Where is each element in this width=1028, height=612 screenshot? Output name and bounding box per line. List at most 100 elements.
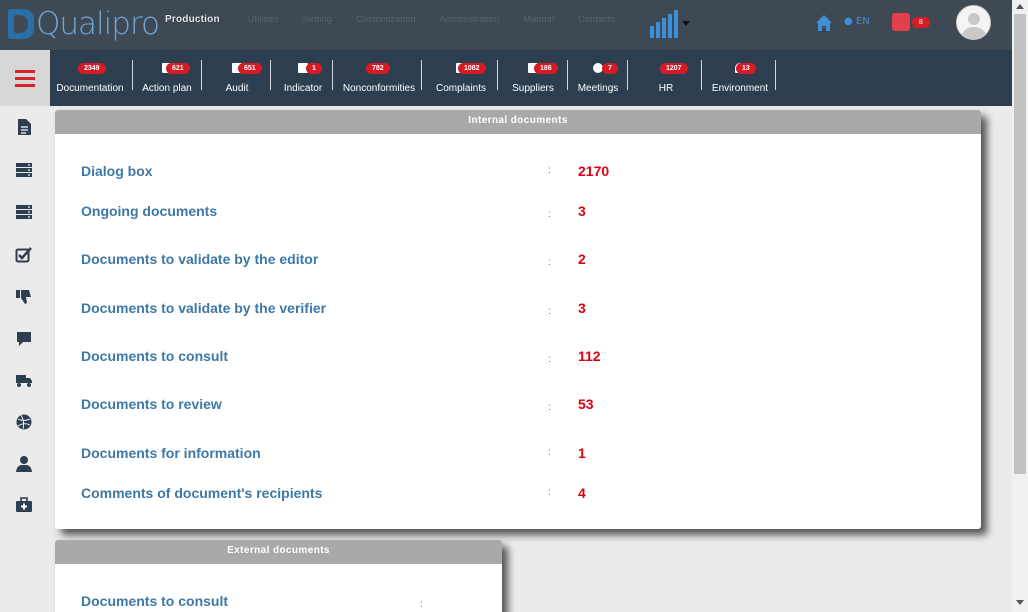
module-badge: 1: [306, 63, 322, 74]
module-label: Complaints: [435, 83, 487, 94]
divider: [497, 60, 498, 90]
divider: [332, 60, 333, 90]
dribbble-icon[interactable]: [15, 413, 33, 431]
module-label: Environment: [711, 83, 769, 94]
row-value[interactable]: 3: [578, 300, 586, 316]
module-indicator[interactable]: 1 Indicator: [274, 50, 332, 106]
divider: [270, 60, 271, 90]
qualipro-logo[interactable]: Qualipro: [8, 6, 160, 42]
users-icon[interactable]: [892, 13, 910, 31]
module-label: Suppliers: [512, 83, 554, 94]
avatar[interactable]: [956, 5, 991, 40]
row-value[interactable]: 2170: [578, 163, 609, 179]
module-badge: 651: [238, 63, 262, 74]
module-audit[interactable]: 651 Audit: [204, 50, 270, 106]
users-badge: 8: [912, 17, 930, 28]
language-label: EN: [855, 16, 870, 27]
module-bar: 2349 Documentation 621 Action plan 651 A…: [0, 50, 1012, 106]
module-suppliers[interactable]: 186 Suppliers: [500, 50, 566, 106]
module-label: Documentation: [56, 83, 124, 94]
row-colon: :: [548, 354, 551, 365]
row-label[interactable]: Dialog box: [81, 163, 153, 179]
module-badge: 13: [736, 63, 756, 74]
comment-icon[interactable]: [15, 330, 33, 348]
server-icon[interactable]: [15, 161, 33, 179]
row-label[interactable]: Documents to validate by the editor: [81, 251, 318, 267]
top-bar: Qualipro Production Utilities Setting Cu…: [0, 0, 1012, 50]
topmenu-contacts[interactable]: Contacts: [578, 14, 615, 25]
module-hr[interactable]: 1207 HR: [632, 50, 700, 106]
row-label[interactable]: Documents for information: [81, 445, 261, 461]
row-colon: :: [548, 447, 551, 458]
row-label[interactable]: Documents to consult: [81, 593, 228, 609]
top-menu: Production Utilities Setting Customizati…: [165, 14, 639, 25]
module-badge: 2349: [78, 63, 106, 74]
module-environment[interactable]: 13 Environment: [706, 50, 774, 106]
module-label: HR: [658, 83, 674, 94]
row-colon: :: [548, 402, 551, 413]
row-colon: :: [548, 257, 551, 268]
truck-icon[interactable]: [15, 371, 33, 389]
module-meetings[interactable]: 7 Meetings: [570, 50, 626, 106]
divider: [701, 60, 702, 90]
topmenu-utilities[interactable]: Utilities: [248, 14, 279, 25]
topmenu-setting[interactable]: Setting: [303, 14, 332, 25]
row-colon: :: [548, 209, 551, 220]
row-value[interactable]: 2: [578, 251, 586, 267]
scroll-down-arrow-icon[interactable]: [1016, 600, 1024, 605]
module-badge: 7: [602, 63, 618, 74]
topmenu-administration[interactable]: Administration: [440, 14, 500, 25]
divider: [627, 60, 628, 90]
sidebar: [0, 106, 50, 612]
panel-title: External documents: [55, 540, 502, 564]
home-icon[interactable]: [815, 14, 833, 32]
module-label: Nonconformities: [342, 83, 416, 94]
divider: [132, 60, 133, 90]
thumbs-down-icon[interactable]: [15, 288, 33, 306]
row-value[interactable]: 112: [578, 348, 601, 364]
module-badge: 1082: [458, 63, 486, 74]
topmenu-production[interactable]: Production: [165, 14, 220, 25]
module-label: Indicator: [283, 83, 323, 94]
module-badge: 1207: [660, 63, 688, 74]
user-icon[interactable]: [15, 455, 33, 473]
row-label[interactable]: Ongoing documents: [81, 203, 217, 219]
row-value[interactable]: 3: [578, 203, 586, 219]
module-documentation[interactable]: 2349 Documentation: [50, 50, 130, 106]
logo-text: Qualipro: [36, 6, 160, 42]
module-label: Meetings: [577, 83, 619, 94]
vertical-scrollbar[interactable]: [1012, 0, 1028, 612]
server-icon[interactable]: [15, 203, 33, 221]
row-colon: :: [548, 306, 551, 317]
logo-mark: [8, 9, 34, 39]
module-badge: 186: [534, 63, 558, 74]
row-value[interactable]: 4: [578, 485, 586, 501]
topmenu-customization[interactable]: Customization: [356, 14, 416, 25]
module-complaints[interactable]: 1082 Complaints: [428, 50, 494, 106]
topmenu-manual[interactable]: Manual: [523, 14, 554, 25]
row-colon: :: [420, 599, 423, 610]
external-documents-panel: External documents Documents to consult …: [55, 540, 502, 612]
scroll-up-arrow-icon[interactable]: [1016, 4, 1024, 9]
divider: [201, 60, 202, 90]
language-selector[interactable]: ● EN: [844, 16, 870, 27]
module-nonconformities[interactable]: 782 Nonconformities: [336, 50, 422, 106]
row-label[interactable]: Documents to consult: [81, 348, 228, 364]
row-value[interactable]: 53: [578, 396, 594, 412]
row-label[interactable]: Comments of document's recipients: [81, 485, 322, 501]
medkit-icon[interactable]: [15, 496, 33, 514]
checkbox-icon[interactable]: [15, 246, 33, 264]
internal-documents-panel: Internal documents Dialog box : 2170 Ong…: [55, 110, 981, 529]
row-label[interactable]: Documents to validate by the verifier: [81, 300, 326, 316]
scroll-thumb[interactable]: [1014, 14, 1026, 474]
divider: [567, 60, 568, 90]
divider: [775, 60, 776, 90]
globe-icon: ●: [844, 16, 853, 27]
row-label[interactable]: Documents to review: [81, 396, 222, 412]
row-value[interactable]: 1: [578, 445, 586, 461]
bar-chart-dropdown-icon[interactable]: [650, 8, 690, 38]
module-badge: 782: [366, 63, 390, 74]
document-icon[interactable]: [15, 118, 33, 136]
menu-toggle-icon[interactable]: [0, 50, 50, 106]
module-action-plan[interactable]: 621 Action plan: [134, 50, 200, 106]
